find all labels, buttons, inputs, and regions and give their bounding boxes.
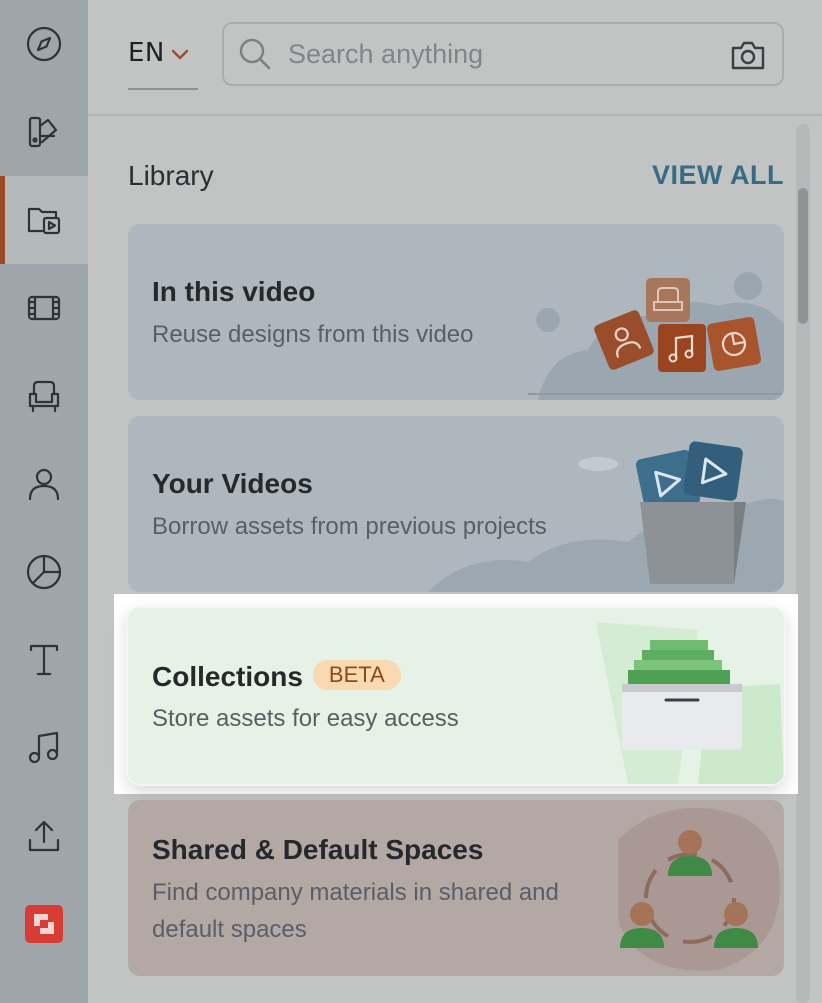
chevron-down-icon bbox=[171, 49, 189, 60]
language-label: EN bbox=[128, 38, 165, 68]
top-bar: EN bbox=[88, 0, 822, 116]
sidebar-item-brand[interactable] bbox=[0, 880, 88, 968]
camera-icon[interactable] bbox=[730, 38, 766, 72]
sidebar-item-design[interactable] bbox=[0, 88, 88, 176]
scrollbar-thumb[interactable] bbox=[798, 188, 808, 324]
card-title: Collections BETA bbox=[152, 660, 401, 693]
sidebar-item-library[interactable] bbox=[0, 176, 88, 264]
search-icon bbox=[239, 38, 271, 70]
card-title: Your Videos bbox=[152, 468, 313, 499]
card-description: Find company materials in shared and def… bbox=[152, 879, 559, 943]
card-your-videos[interactable]: Your Videos Borrow assets from previous … bbox=[128, 416, 784, 592]
card-description: Reuse designs from this video bbox=[152, 321, 474, 348]
scrollbar[interactable] bbox=[796, 124, 810, 1003]
sidebar-item-characters[interactable] bbox=[0, 440, 88, 528]
card-title: In this video bbox=[152, 276, 316, 307]
upload-icon bbox=[28, 820, 60, 852]
shared-team-illustration bbox=[618, 808, 781, 971]
library-title: Library bbox=[128, 160, 214, 191]
card-title: Shared & Default Spaces bbox=[152, 834, 484, 865]
person-icon bbox=[28, 468, 60, 501]
sidebar-item-upload[interactable] bbox=[0, 792, 88, 880]
search-input[interactable] bbox=[288, 38, 708, 70]
swatches-icon bbox=[28, 116, 58, 148]
sidebar-item-scenes[interactable] bbox=[0, 264, 88, 352]
sidebar-item-charts[interactable] bbox=[0, 528, 88, 616]
collections-drawer-illustration bbox=[596, 622, 784, 784]
card-description: Store assets for easy access bbox=[152, 705, 459, 732]
language-selector[interactable]: EN bbox=[128, 38, 198, 90]
music-note-icon bbox=[28, 731, 59, 764]
card-shared-default-spaces[interactable]: Shared & Default Spaces Find company mat… bbox=[128, 800, 784, 976]
film-icon bbox=[27, 295, 61, 321]
text-icon bbox=[29, 644, 59, 676]
compass-icon bbox=[26, 26, 62, 62]
library-folder-icon bbox=[27, 207, 61, 235]
sidebar bbox=[0, 0, 88, 1003]
card-title-text: Collections bbox=[152, 661, 303, 692]
brand-logo-icon bbox=[25, 905, 63, 943]
armchair-icon bbox=[28, 380, 60, 413]
beta-badge: BETA bbox=[312, 660, 401, 690]
pie-chart-icon bbox=[26, 554, 62, 590]
search-box bbox=[222, 22, 784, 86]
sidebar-item-text[interactable] bbox=[0, 616, 88, 704]
video-bucket-illustration bbox=[428, 441, 784, 592]
sidebar-item-explore[interactable] bbox=[0, 0, 88, 88]
sidebar-item-audio[interactable] bbox=[0, 704, 88, 792]
card-collections[interactable]: Collections BETA Store assets for easy ac… bbox=[128, 608, 784, 784]
assets-illustration bbox=[528, 272, 784, 400]
view-all-link[interactable]: VIEW ALL bbox=[652, 160, 784, 191]
card-in-this-video[interactable]: In this video Reuse designs from this vi… bbox=[128, 224, 784, 400]
sidebar-item-props[interactable] bbox=[0, 352, 88, 440]
